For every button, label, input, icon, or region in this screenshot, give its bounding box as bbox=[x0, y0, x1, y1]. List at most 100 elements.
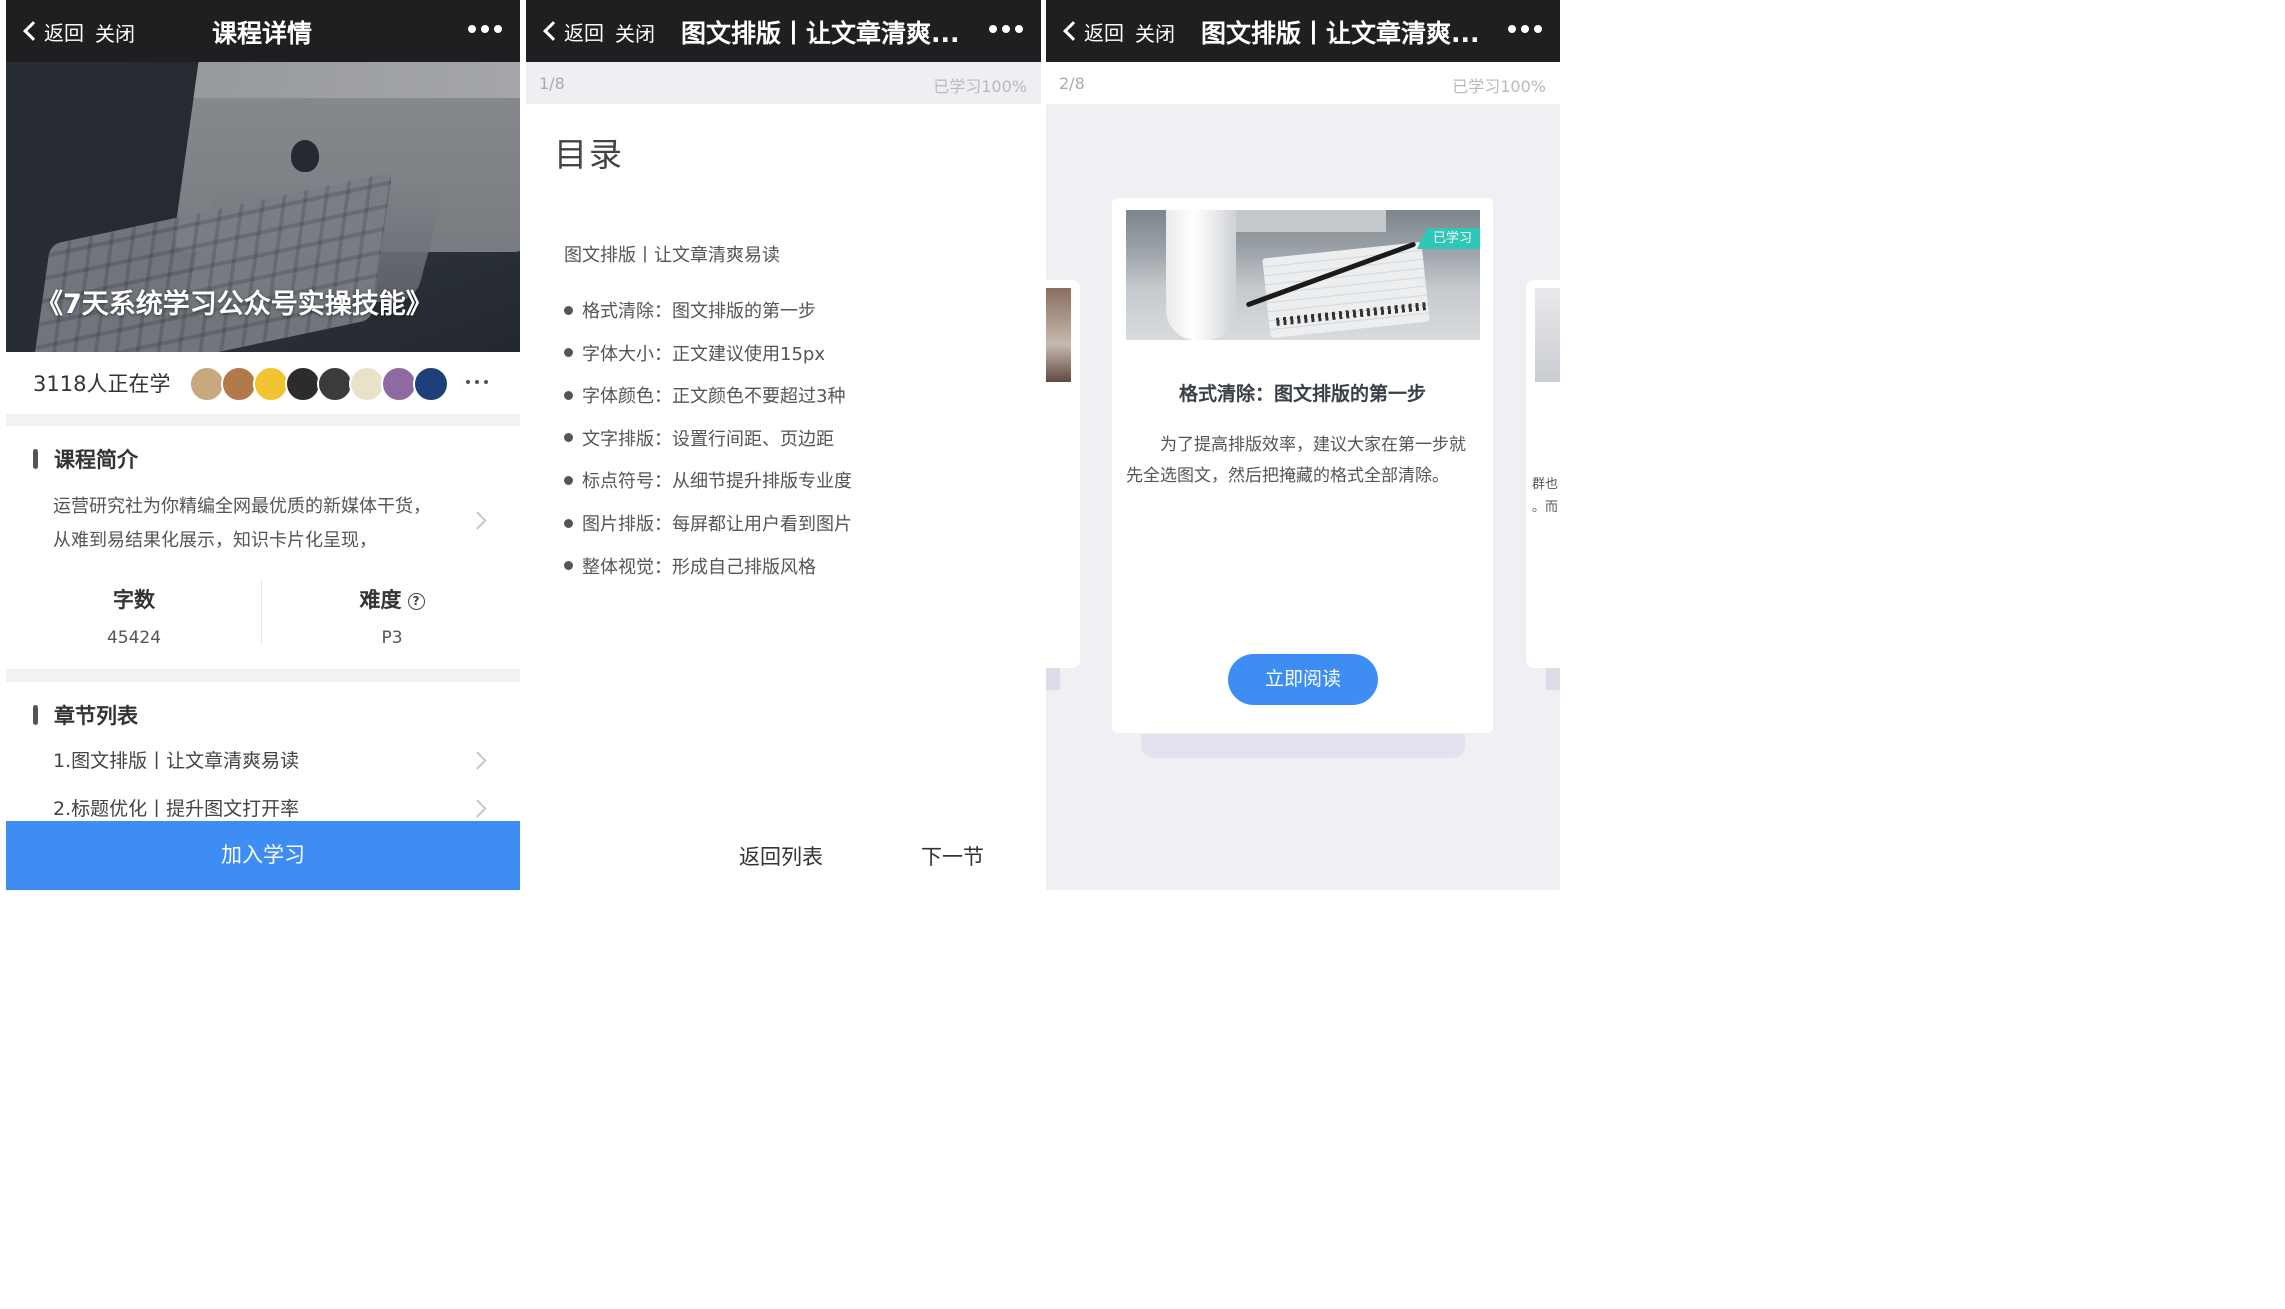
page-title: 课程详情 bbox=[212, 19, 313, 48]
learned-badge: 已学习 bbox=[1416, 228, 1480, 249]
bullet-icon bbox=[564, 305, 573, 315]
word-count-label: 字数 bbox=[113, 588, 155, 612]
intro-heading: 课程简介 bbox=[33, 444, 138, 474]
page-title: 图文排版丨让文章清爽... bbox=[681, 19, 960, 48]
avatar[interactable] bbox=[413, 366, 449, 402]
toc-item[interactable]: 字体颜色：正文颜色不要超过3种 bbox=[564, 382, 845, 408]
close-button[interactable]: 关闭 bbox=[1135, 18, 1175, 47]
learners-bar[interactable]: 3118人正在学 bbox=[6, 352, 520, 414]
previous-card-image bbox=[1046, 288, 1071, 382]
bullet-icon bbox=[564, 475, 573, 485]
word-count-stat: 字数 45424 bbox=[6, 584, 262, 648]
learner-avatars bbox=[189, 366, 449, 402]
back-to-list-button[interactable]: 返回列表 bbox=[739, 841, 823, 871]
intro-heading-label: 课程简介 bbox=[54, 448, 138, 472]
avatar[interactable] bbox=[189, 366, 225, 402]
toc-item[interactable]: 标点符号：从细节提升排版专业度 bbox=[564, 467, 852, 493]
chevron-right-icon[interactable] bbox=[468, 511, 487, 530]
course-intro-card: 课程简介 运营研究社为你精编全网最优质的新媒体干货，从难到易结果化展示，知识卡片… bbox=[6, 426, 520, 669]
bullet-icon bbox=[564, 433, 573, 443]
toc-item-label: 标点符号：从细节提升排版专业度 bbox=[582, 471, 852, 493]
section-marker bbox=[33, 449, 38, 469]
lesson-card[interactable]: 已学习 格式清除：图文排版的第一步 为了提高排版效率，建议大家在第一步就先全选图… bbox=[1112, 198, 1493, 733]
join-course-button[interactable]: 加入学习 bbox=[6, 821, 520, 890]
lesson-title: 格式清除：图文排版的第一步 bbox=[1178, 383, 1426, 405]
card-stack-shadow bbox=[1141, 734, 1465, 758]
word-count-value: 45424 bbox=[106, 628, 162, 648]
learned-status: 已学习100% bbox=[1452, 77, 1546, 96]
toc-item[interactable]: 字体大小：正文建议使用15px bbox=[564, 340, 825, 366]
toc-item-label: 格式清除：图文排版的第一步 bbox=[582, 301, 816, 322]
next-card-peek[interactable]: 群也 。而 bbox=[1526, 280, 1560, 668]
card-stack-edge-right bbox=[1546, 668, 1560, 690]
toc-item-label: 字体颜色：正文颜色不要超过3种 bbox=[582, 386, 846, 408]
chapters-heading-label: 章节列表 bbox=[54, 704, 138, 728]
previous-card-peek[interactable] bbox=[1046, 280, 1080, 668]
next-card-image bbox=[1535, 288, 1560, 382]
top-nav-bar: 返回 关闭 课程详情 bbox=[6, 0, 520, 62]
more-learners-icon[interactable] bbox=[466, 380, 488, 384]
close-button[interactable]: 关闭 bbox=[615, 18, 655, 47]
chevron-right-icon[interactable] bbox=[468, 799, 487, 818]
toc-item-label: 整体视觉：形成自己排版风格 bbox=[582, 556, 816, 578]
avatar[interactable] bbox=[285, 366, 321, 402]
toc-item[interactable]: 文字排版：设置行间距、页边距 bbox=[564, 425, 834, 451]
intro-text[interactable]: 运营研究社为你精编全网最优质的新媒体干货，从难到易结果化展示，知识卡片化呈现， bbox=[53, 490, 443, 558]
toc-subtitle: 图文排版丨让文章清爽易读 bbox=[564, 245, 780, 266]
toc-item-label: 字体大小：正文建议使用15px bbox=[582, 343, 825, 365]
back-label: 返回 bbox=[1084, 20, 1124, 45]
bullet-icon bbox=[564, 390, 573, 400]
top-nav-bar: 返回 关闭 图文排版丨让文章清爽... bbox=[526, 0, 1041, 62]
course-cover-image: 《7天系统学习公众号实操技能》 bbox=[6, 62, 520, 352]
back-button[interactable]: 返回 bbox=[540, 16, 604, 46]
toc-item[interactable]: 整体视觉：形成自己排版风格 bbox=[564, 553, 816, 579]
learned-status: 已学习100% bbox=[933, 77, 1027, 96]
top-nav-bar: 返回 关闭 图文排版丨让文章清爽... bbox=[1046, 0, 1560, 62]
learner-count: 3118人正在学 bbox=[33, 372, 171, 396]
image-laptop bbox=[1236, 210, 1386, 232]
next-card-text: 群也 bbox=[1531, 477, 1558, 492]
toc-item[interactable]: 图片排版：每屏都让用户看到图片 bbox=[564, 510, 852, 536]
chapter-item[interactable]: 1.图文排版丨让文章清爽易读 bbox=[53, 746, 299, 773]
avatar[interactable] bbox=[317, 366, 353, 402]
next-section-button[interactable]: 下一节 bbox=[921, 841, 984, 871]
difficulty-label-row: 难度? bbox=[264, 584, 520, 614]
toc-title: 目录 bbox=[554, 135, 624, 174]
lesson-card-image: 已学习 bbox=[1126, 210, 1480, 340]
back-button[interactable]: 返回 bbox=[20, 16, 84, 46]
lesson-progress-bar: 1/8 已学习100% bbox=[526, 62, 1041, 104]
chapter-item[interactable]: 2.标题优化丨提升图文打开率 bbox=[53, 794, 299, 821]
image-cup bbox=[1166, 210, 1236, 340]
more-options-icon[interactable] bbox=[989, 25, 1023, 33]
chevron-left-icon bbox=[1063, 21, 1083, 41]
read-now-button[interactable]: 立即阅读 bbox=[1228, 654, 1378, 705]
stat-divider bbox=[261, 581, 262, 643]
close-button[interactable]: 关闭 bbox=[95, 18, 135, 47]
page-indicator: 2/8 bbox=[1059, 74, 1085, 93]
section-marker bbox=[33, 705, 38, 725]
course-title: 《7天系统学习公众号实操技能》 bbox=[36, 289, 433, 320]
chapters-heading: 章节列表 bbox=[33, 700, 138, 730]
avatar[interactable] bbox=[349, 366, 385, 402]
avatar[interactable] bbox=[253, 366, 289, 402]
more-options-icon[interactable] bbox=[1508, 25, 1542, 33]
avatar[interactable] bbox=[381, 366, 417, 402]
chevron-left-icon bbox=[23, 21, 43, 41]
course-detail-screen: 返回 关闭 课程详情 《7天系统学习公众号实操技能》 3118人正在学 课程简介… bbox=[6, 0, 520, 890]
table-of-contents-screen: 返回 关闭 图文排版丨让文章清爽... 1/8 已学习100% 目录 图文排版丨… bbox=[526, 0, 1041, 890]
chevron-right-icon[interactable] bbox=[468, 751, 487, 770]
bullet-icon bbox=[564, 561, 573, 571]
back-button[interactable]: 返回 bbox=[1060, 16, 1124, 46]
help-icon[interactable]: ? bbox=[407, 593, 425, 610]
toc-item-label: 文字排版：设置行间距、页边距 bbox=[582, 428, 834, 450]
avatar[interactable] bbox=[221, 366, 257, 402]
card-stack-edge-left bbox=[1046, 668, 1060, 690]
back-label: 返回 bbox=[44, 20, 84, 45]
bullet-icon bbox=[564, 348, 573, 358]
page-title: 图文排版丨让文章清爽... bbox=[1201, 19, 1480, 48]
difficulty-value: P3 bbox=[381, 628, 403, 648]
back-label: 返回 bbox=[564, 20, 604, 45]
more-options-icon[interactable] bbox=[468, 25, 502, 33]
toc-item[interactable]: 格式清除：图文排版的第一步 bbox=[564, 297, 816, 323]
difficulty-label: 难度 bbox=[359, 588, 402, 612]
